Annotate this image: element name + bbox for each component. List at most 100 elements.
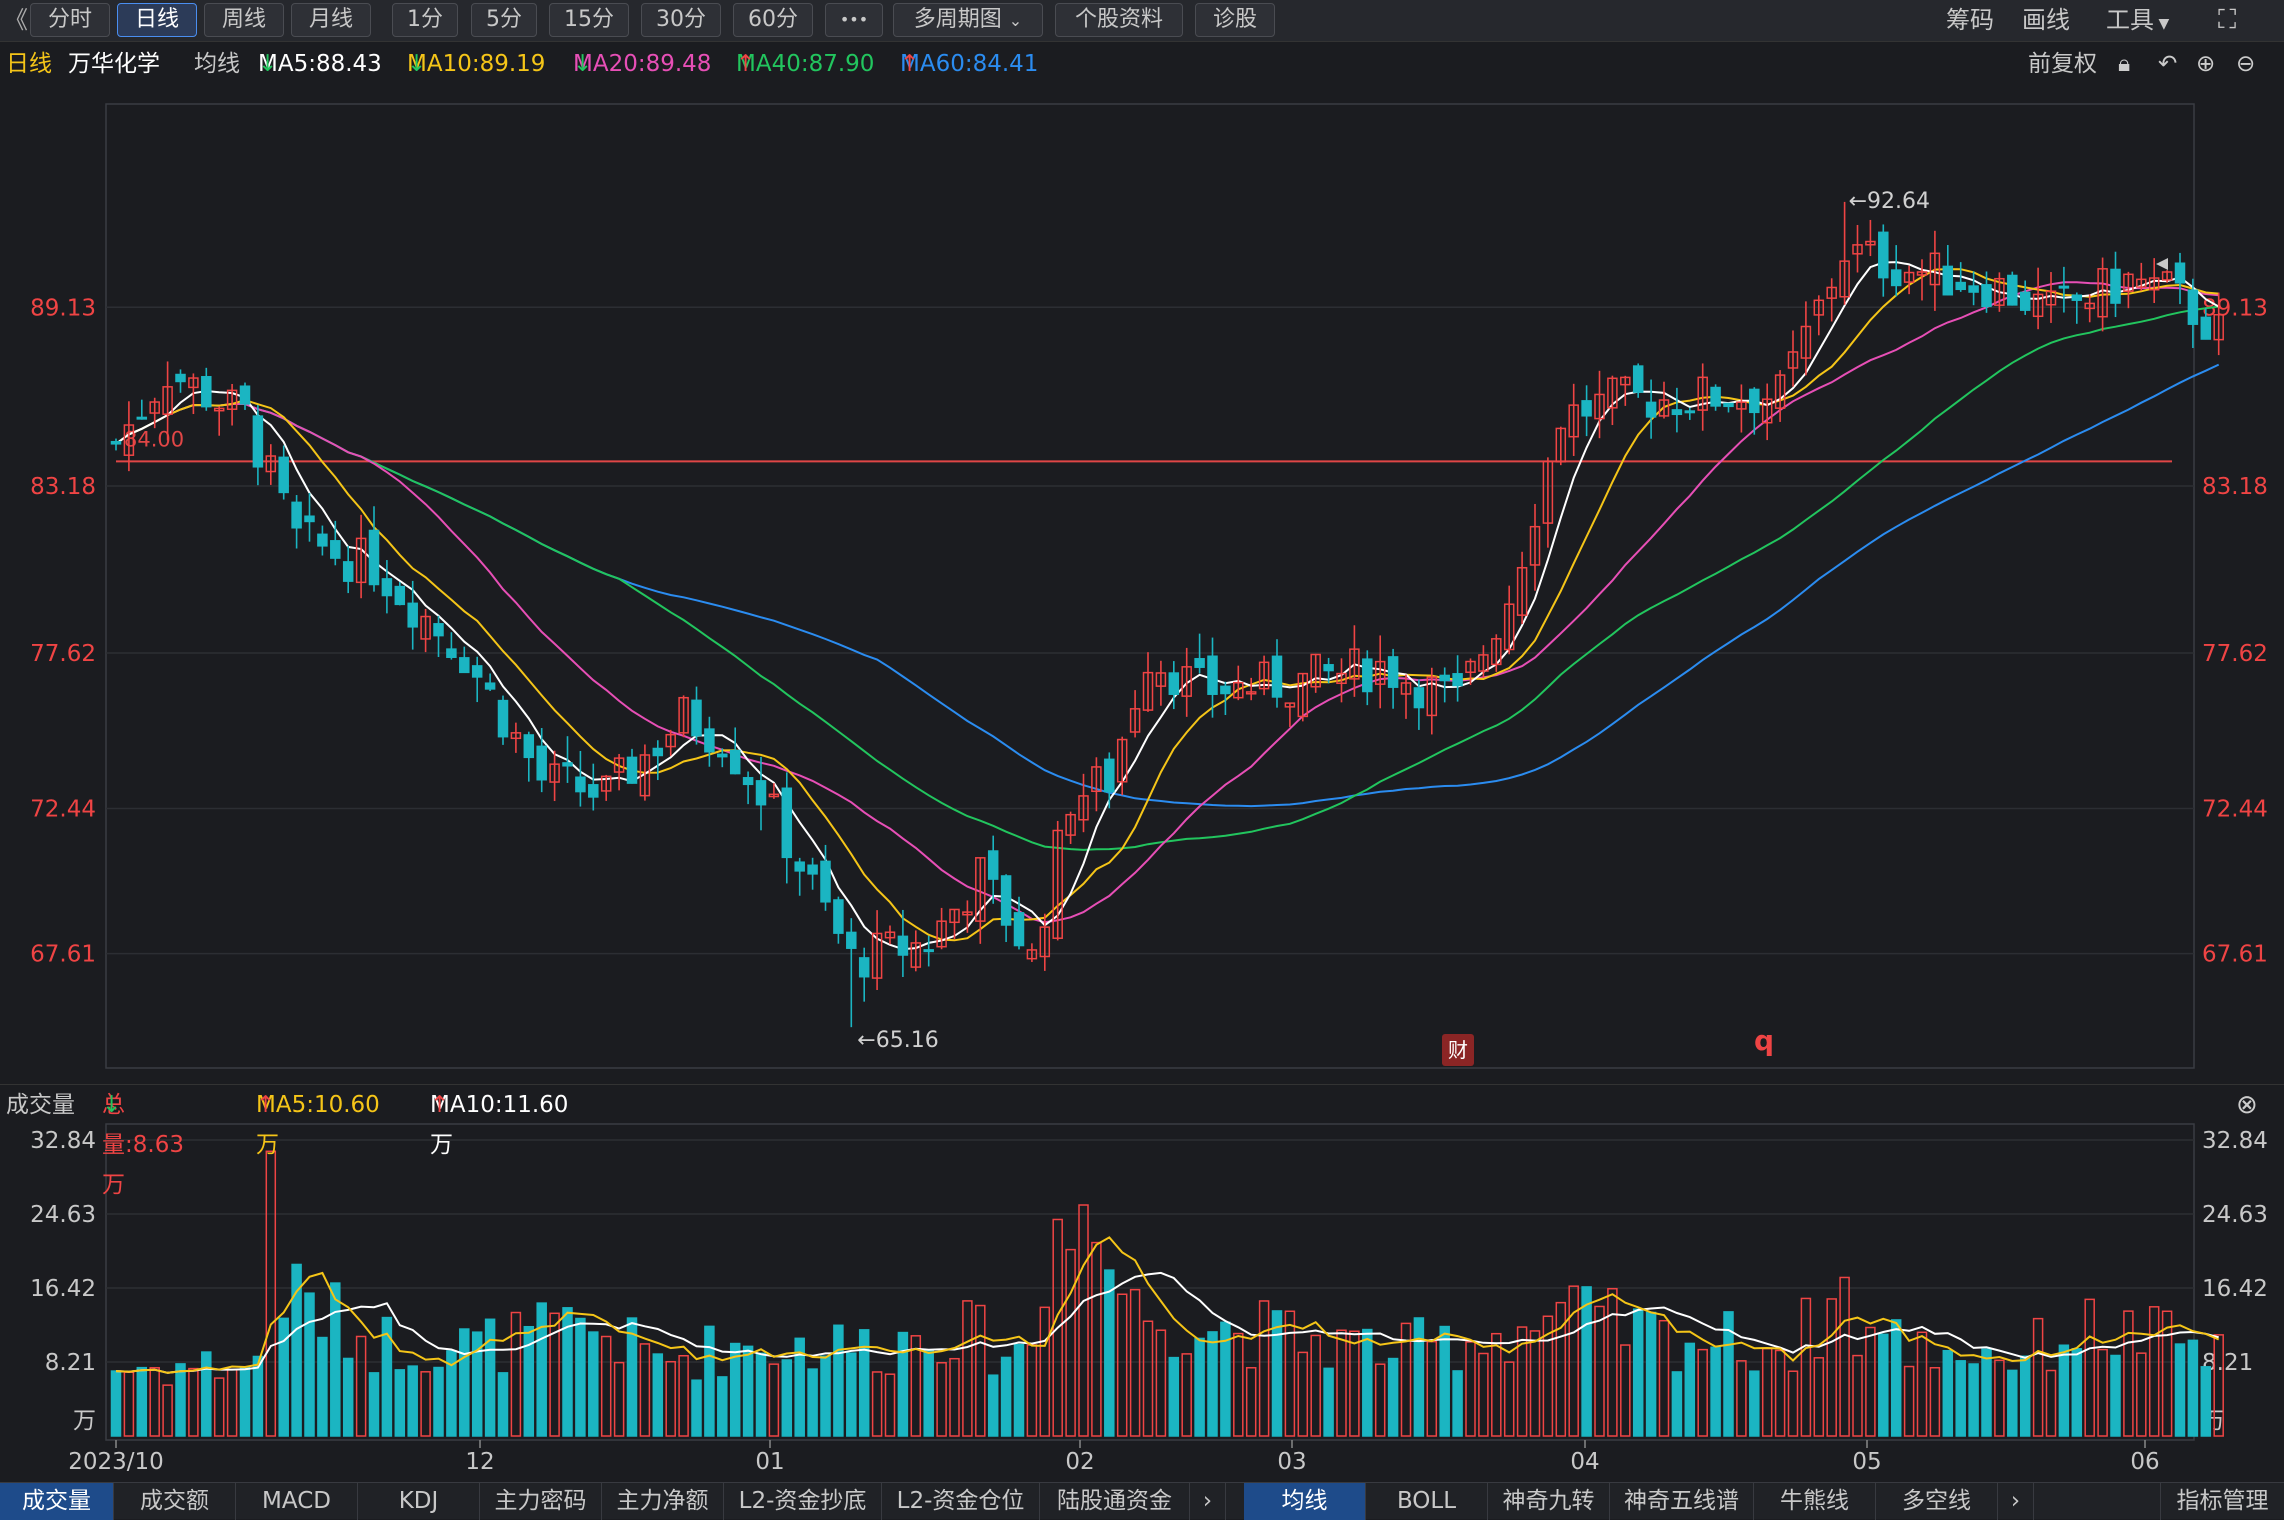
fullscreen-icon[interactable]: ⛶ xyxy=(2218,3,2236,37)
tab-l2-position[interactable]: L2-资金仓位 xyxy=(882,1483,1040,1520)
tab-main-net[interactable]: 主力净额 xyxy=(602,1483,724,1520)
volume-bar xyxy=(201,1351,212,1437)
volume-bar xyxy=(1362,1328,1373,1437)
candle-body xyxy=(575,776,586,793)
period-tab-1min[interactable]: 1分 xyxy=(392,3,458,37)
arrow-up-icon: ↑ xyxy=(900,51,920,77)
ma5-line xyxy=(115,261,2220,951)
diagnose-button[interactable]: 诊股 xyxy=(1195,3,1275,37)
candle-body xyxy=(433,623,444,637)
candle-body xyxy=(2136,278,2147,288)
tab-macd[interactable]: MACD xyxy=(236,1483,358,1520)
adjust-label[interactable]: 前复权 xyxy=(2028,44,2097,84)
period-tab-daily[interactable]: 日线 xyxy=(117,3,197,37)
arrow-down-icon: ↓ xyxy=(102,1092,122,1118)
candle-body xyxy=(278,456,289,494)
tabs-right-next-icon[interactable]: › xyxy=(1998,1483,2034,1520)
volume-bar xyxy=(962,1300,973,1437)
tab-turnover[interactable]: 成交额 xyxy=(114,1483,236,1520)
tab-l2-bottom[interactable]: L2-资金抄底 xyxy=(724,1483,882,1520)
lock-icon[interactable]: 🔒︎ xyxy=(2118,44,2130,84)
draw-line-button[interactable]: 画线 xyxy=(2022,3,2070,37)
kline-chart[interactable]: 89.13 89.13 83.18 83.18 77.62 77.62 72.44 72.44… xyxy=(0,0,2284,1519)
period-tab-monthly[interactable]: 月线 xyxy=(291,3,371,37)
period-tab-fenshi[interactable]: 分时 xyxy=(30,3,110,37)
tab-bull-bear[interactable]: 牛熊线 xyxy=(1754,1483,1876,1520)
candle-body xyxy=(1104,758,1115,793)
close-panel-icon[interactable]: ⊗ xyxy=(2236,1085,2258,1125)
ma40-line xyxy=(115,305,2219,851)
volume-bar xyxy=(446,1350,457,1437)
volume-bar xyxy=(1233,1332,1244,1437)
tab-northbound[interactable]: 陆股通资金 xyxy=(1040,1483,1190,1520)
candle-body xyxy=(781,787,793,859)
candle-body xyxy=(858,957,870,978)
indicator-manage-button[interactable]: 指标管理 xyxy=(2160,1483,2284,1520)
candle-body xyxy=(1284,702,1296,708)
candle-body xyxy=(2097,268,2108,318)
volume-bar xyxy=(330,1282,341,1437)
tab-main-code[interactable]: 主力密码 xyxy=(480,1483,602,1520)
stock-profile-button[interactable]: 个股资料 xyxy=(1055,3,1183,37)
zoom-in-icon[interactable]: ⊕ xyxy=(2196,44,2215,84)
ma-label[interactable]: 均线 xyxy=(194,44,240,84)
volume-bar xyxy=(523,1325,535,1437)
multi-period-button[interactable]: 多周期图 ⌄ xyxy=(893,3,1043,37)
candle-body xyxy=(1878,231,1889,279)
ma60-text: MA60:84.41 xyxy=(900,51,1039,77)
last-price-pointer-icon xyxy=(2156,258,2168,270)
price-tick-label-right: 67.61 xyxy=(2202,942,2268,968)
tab-td9[interactable]: 神奇九转 xyxy=(1488,1483,1610,1520)
volume-bar xyxy=(768,1363,780,1437)
zoom-out-icon[interactable]: ⊖ xyxy=(2236,44,2255,84)
indicator-tabs: 成交量 成交额 MACD KDJ 主力密码 主力净额 L2-资金抄底 L2-资金… xyxy=(0,1482,2284,1520)
period-tab-5min[interactable]: 5分 xyxy=(471,3,537,37)
tabs-next-icon[interactable]: › xyxy=(1190,1483,1226,1520)
candle-body xyxy=(1503,603,1515,651)
candle-body xyxy=(755,780,767,806)
candle-body xyxy=(1658,399,1670,417)
period-tab-60min[interactable]: 60分 xyxy=(733,3,813,37)
candle-body xyxy=(2200,316,2212,340)
arrow-up-icon: ↑ xyxy=(256,1092,276,1118)
ma20-line xyxy=(115,281,2219,924)
tab-five-lines[interactable]: 神奇五线谱 xyxy=(1610,1483,1754,1520)
candle-body xyxy=(1684,410,1696,414)
tab-boll[interactable]: BOLL xyxy=(1366,1483,1488,1520)
tab-volume[interactable]: 成交量 xyxy=(0,1483,114,1520)
volume-bar xyxy=(2071,1348,2083,1437)
q-marker[interactable]: q xyxy=(1754,1024,1774,1057)
volume-bar xyxy=(1723,1311,1734,1437)
volume-bar xyxy=(1039,1306,1051,1437)
tab-long-short[interactable]: 多空线 xyxy=(1876,1483,1998,1520)
volume-bar xyxy=(2123,1310,2134,1437)
period-tab-15min[interactable]: 15分 xyxy=(549,3,629,37)
reference-line-label: 84.00 xyxy=(124,427,184,451)
volume-bar xyxy=(252,1355,264,1437)
volume-bar xyxy=(2187,1339,2199,1437)
back-button[interactable]: 《 xyxy=(4,3,28,37)
price-tick-label-right: 72.44 xyxy=(2202,797,2268,823)
volume-bar xyxy=(110,1370,122,1437)
volume-bar xyxy=(278,1317,289,1437)
moving-averages xyxy=(115,261,2220,951)
candle-body xyxy=(123,424,135,456)
volume-bar xyxy=(1981,1348,1992,1437)
volume-bar xyxy=(484,1318,496,1437)
period-tab-weekly[interactable]: 周线 xyxy=(204,3,284,37)
more-button[interactable]: ••• xyxy=(825,3,883,37)
chips-button[interactable]: 筹码 xyxy=(1946,3,1994,37)
candle-body xyxy=(884,931,896,939)
period-tab-30min[interactable]: 30分 xyxy=(641,3,721,37)
price-tick-label-right: 77.62 xyxy=(2202,641,2268,667)
volume-ma5-line xyxy=(115,1236,2220,1374)
candle-body xyxy=(1181,666,1192,697)
volume-bar xyxy=(923,1349,934,1437)
undo-icon[interactable]: ↶ xyxy=(2158,44,2177,84)
volume-bar xyxy=(226,1368,238,1437)
tools-button[interactable]: 工具 ▼ xyxy=(2106,3,2169,37)
financial-report-marker[interactable]: 财 xyxy=(1442,1034,1474,1066)
tab-kdj[interactable]: KDJ xyxy=(358,1483,480,1520)
volume-bar xyxy=(1878,1333,1889,1437)
tab-ma[interactable]: 均线 xyxy=(1244,1483,1366,1520)
